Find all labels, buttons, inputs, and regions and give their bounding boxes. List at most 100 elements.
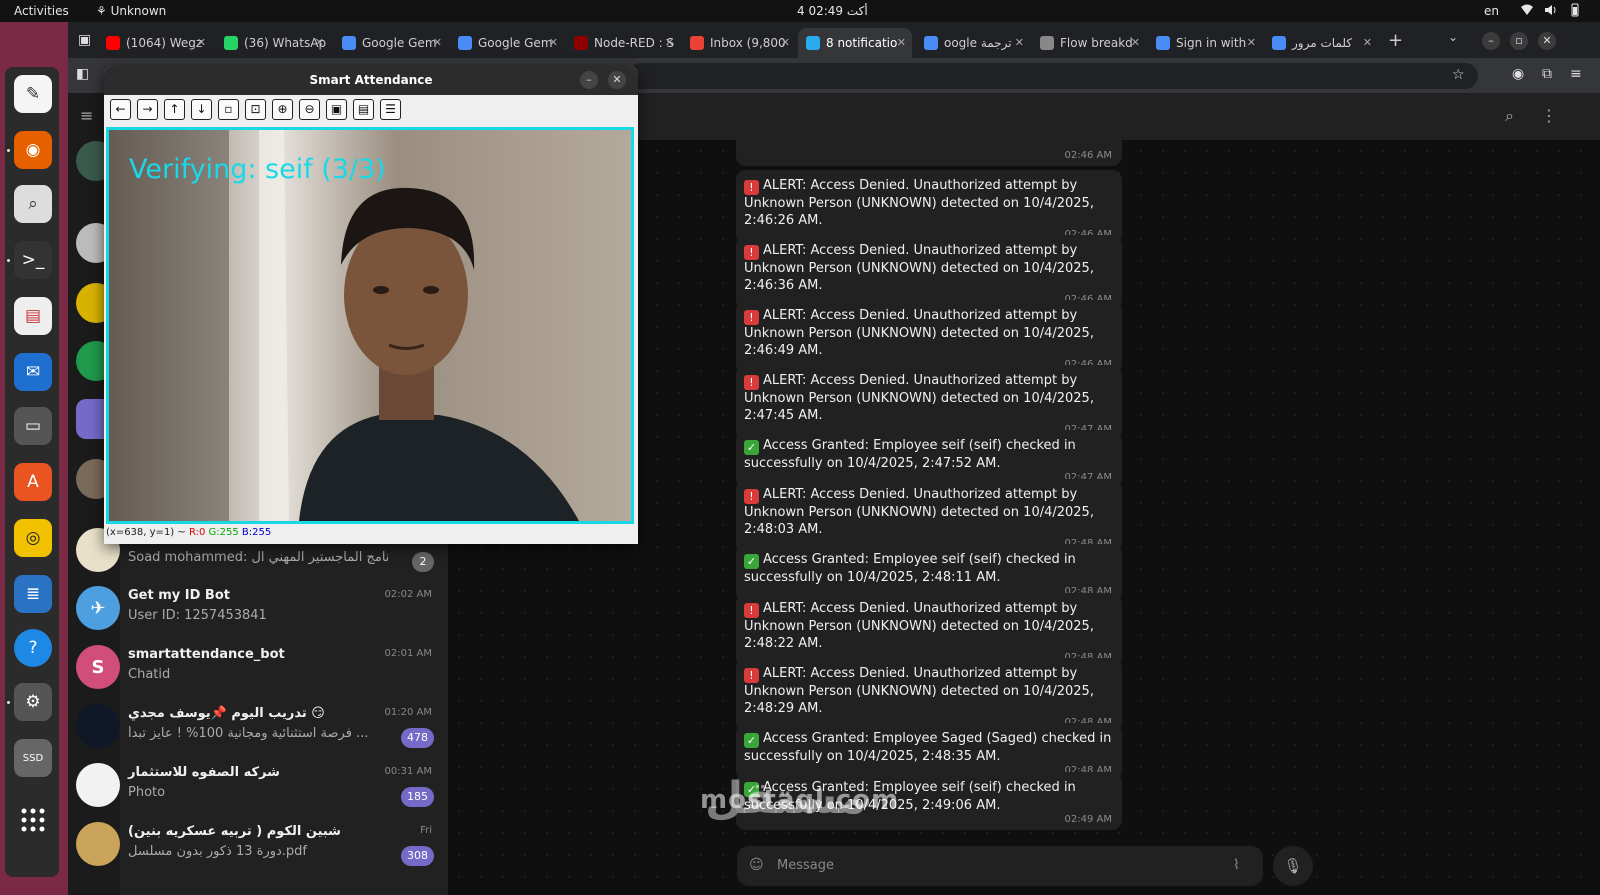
tab-close-icon[interactable]: ✕ bbox=[1363, 36, 1372, 49]
tab-favicon-icon bbox=[106, 36, 120, 50]
clock[interactable]: 4 أكت 02:49 bbox=[797, 4, 868, 18]
message-composer[interactable]: ☺ Message ⌇ bbox=[737, 846, 1263, 886]
tab-close-icon[interactable]: ✕ bbox=[197, 36, 206, 49]
tab-close-icon[interactable]: ✕ bbox=[665, 36, 674, 49]
browser-tab[interactable]: Node-RED : S ✕ bbox=[566, 28, 680, 58]
pan-up-icon[interactable]: ↑ bbox=[164, 99, 185, 120]
chat-list-item[interactable]: شركه الصفوه للاستثمار Photo 00:31 AM 185 bbox=[68, 758, 448, 816]
chat-preview: فرصة استثنائية ومجانية 100% ! عايز تبدأ … bbox=[128, 726, 369, 741]
image-viewer-icon[interactable]: ⌕ bbox=[14, 185, 52, 223]
zoom-original-icon[interactable]: ▫ bbox=[218, 99, 239, 120]
address-bar[interactable]: ☆ bbox=[628, 63, 1478, 89]
terminal-icon[interactable]: >_ bbox=[14, 241, 52, 279]
unread-badge: 478 bbox=[401, 728, 434, 748]
chat-list-item[interactable]: (تربيه عسكريه بنين ) شبين الكوم دورة 13 ذ… bbox=[68, 817, 448, 875]
chat-list-item[interactable]: تدريب اليوم 📌يوسف مجدي 😏 فرصة استثنائية و… bbox=[68, 699, 448, 757]
new-tab-button[interactable]: + bbox=[1388, 30, 1403, 51]
browser-tab[interactable]: Sign in with ✕ bbox=[1148, 28, 1262, 58]
tab-close-icon[interactable]: ✕ bbox=[781, 36, 790, 49]
show-apps-grid-icon[interactable] bbox=[14, 801, 52, 839]
tab-close-icon[interactable]: ✕ bbox=[1247, 36, 1256, 49]
emoji-icon[interactable]: ☺ bbox=[749, 857, 764, 873]
hamburger-menu-icon[interactable]: ≡ bbox=[80, 106, 93, 125]
pan-left-icon[interactable]: ← bbox=[110, 99, 131, 120]
browser-tab[interactable]: (36) WhatsAp ✕ bbox=[216, 28, 330, 58]
app-icon: ⚘ bbox=[96, 4, 111, 18]
chrome-menu-icon[interactable]: ≡ bbox=[1570, 66, 1582, 82]
check-mark-icon: ✓ bbox=[744, 440, 759, 455]
tab-favicon-icon bbox=[1272, 36, 1286, 50]
copy-clipboard-icon[interactable]: ▤ bbox=[353, 99, 374, 120]
writer-icon[interactable]: ≣ bbox=[14, 575, 52, 613]
settings-gear-icon[interactable]: ⚙ bbox=[14, 683, 52, 721]
access-denied-message[interactable]: ! ALERT: Access Denied. Unauthorized atte… bbox=[736, 235, 1122, 310]
chat-time: 00:31 AM bbox=[384, 766, 432, 777]
attach-paperclip-icon[interactable]: ⌇ bbox=[1233, 857, 1240, 873]
firefox-icon[interactable]: ◉ bbox=[14, 131, 52, 169]
close-window-button[interactable]: ✕ bbox=[1538, 32, 1556, 50]
access-denied-message[interactable]: ! ALERT: Access Denied. Unauthorized atte… bbox=[736, 658, 1122, 733]
browser-tab[interactable]: oogle ترجمة ✕ bbox=[916, 28, 1030, 58]
pan-right-icon[interactable]: → bbox=[137, 99, 158, 120]
browser-tab[interactable]: 8 notificatio ✕ bbox=[798, 28, 912, 58]
app-center-icon[interactable]: A bbox=[14, 463, 52, 501]
tab-label: Google Gem bbox=[478, 36, 553, 50]
tab-close-icon[interactable]: ✕ bbox=[897, 36, 906, 49]
access-denied-message[interactable]: ! ALERT: Access Denied. Unauthorized atte… bbox=[736, 170, 1122, 245]
chat-list-item[interactable]: ✈ Get my ID Bot User ID: 1257453841 02:02 A… bbox=[68, 581, 448, 639]
browser-tab[interactable]: كلمات مرور ✕ bbox=[1264, 28, 1378, 58]
tab-search-chevron-icon[interactable]: ⌄ bbox=[1448, 30, 1458, 44]
access-denied-message[interactable]: ! ALERT: Access Denied. Unauthorized atte… bbox=[736, 593, 1122, 668]
access-denied-message[interactable]: ! ALERT: Access Denied. Unauthorized atte… bbox=[736, 365, 1122, 440]
zoom-fit-icon[interactable]: ⊡ bbox=[245, 99, 266, 120]
properties-icon[interactable]: ☰ bbox=[380, 99, 401, 120]
activities-button[interactable]: Activities bbox=[14, 4, 69, 18]
tab-close-icon[interactable]: ✕ bbox=[433, 36, 442, 49]
app-menu[interactable]: ⚘ Unknown bbox=[96, 4, 166, 18]
browser-tab[interactable]: Google Gem ✕ bbox=[450, 28, 564, 58]
files-icon[interactable]: ▭ bbox=[14, 407, 52, 445]
window-close-button[interactable]: ✕ bbox=[608, 71, 626, 89]
access-denied-message[interactable]: ! ALERT: Access Denied. Unauthorized atte… bbox=[736, 479, 1122, 554]
chat-time: 01:20 AM bbox=[384, 707, 432, 718]
chat-list-item[interactable]: Ssmartattendance_bot Chatid 02:01 AM bbox=[68, 640, 448, 698]
help-icon[interactable]: ? bbox=[14, 629, 52, 667]
zoom-in-icon[interactable]: ⊕ bbox=[272, 99, 293, 120]
extensions-icon[interactable]: ⧉ bbox=[1542, 66, 1552, 82]
window-titlebar[interactable]: Smart Attendance – ✕ bbox=[104, 66, 638, 95]
tab-close-icon[interactable]: ✕ bbox=[1131, 36, 1140, 49]
tab-close-icon[interactable]: ✕ bbox=[1015, 36, 1024, 49]
disk-drive-icon[interactable]: SSD bbox=[14, 739, 52, 777]
window-minimize-button[interactable]: – bbox=[580, 71, 598, 89]
pan-down-icon[interactable]: ↓ bbox=[191, 99, 212, 120]
document-viewer-icon[interactable]: ▤ bbox=[14, 297, 52, 335]
system-tray[interactable] bbox=[1520, 3, 1582, 17]
browser-tab[interactable]: Inbox (9,800 ✕ bbox=[682, 28, 796, 58]
tab-close-icon[interactable]: ✕ bbox=[549, 36, 558, 49]
microphone-icon: 🎙 bbox=[1283, 857, 1303, 875]
tab-label: Node-RED : S bbox=[594, 36, 675, 50]
input-language[interactable]: en bbox=[1484, 4, 1499, 18]
thunderbird-icon[interactable]: ✉ bbox=[14, 353, 52, 391]
rhythmbox-icon[interactable]: ◎ bbox=[14, 519, 52, 557]
minimize-button[interactable]: – bbox=[1482, 32, 1500, 50]
zoom-out-icon[interactable]: ⊖ bbox=[299, 99, 320, 120]
browser-tab[interactable]: Google Gem ✕ bbox=[334, 28, 448, 58]
bookmark-star-icon[interactable]: ☆ bbox=[1452, 67, 1465, 83]
microphone-button[interactable]: 🎙 bbox=[1273, 846, 1313, 886]
side-panel-icon[interactable]: ◧ bbox=[76, 66, 89, 82]
save-image-icon[interactable]: ▣ bbox=[326, 99, 347, 120]
tab-close-icon[interactable]: ✕ bbox=[315, 36, 324, 49]
wifi-icon bbox=[1520, 3, 1534, 17]
more-options-icon[interactable]: ⋮ bbox=[1541, 106, 1557, 125]
restore-button[interactable]: ▫ bbox=[1510, 32, 1528, 50]
browser-tab[interactable]: (1064) Wegz ✕ bbox=[98, 28, 212, 58]
profile-icon[interactable]: ◉ bbox=[1512, 66, 1524, 82]
browser-tab[interactable]: Flow breakd ✕ bbox=[1032, 28, 1146, 58]
message-bubble-partial[interactable]: 02:46 AM bbox=[736, 130, 1122, 166]
tab-label: oogle ترجمة bbox=[944, 36, 1012, 50]
text-editor-icon[interactable]: ✎ bbox=[14, 75, 52, 113]
tab-groups-icon[interactable]: ▣ bbox=[78, 32, 91, 48]
search-icon[interactable]: ⌕ bbox=[1505, 106, 1514, 126]
access-denied-message[interactable]: ! ALERT: Access Denied. Unauthorized atte… bbox=[736, 300, 1122, 375]
